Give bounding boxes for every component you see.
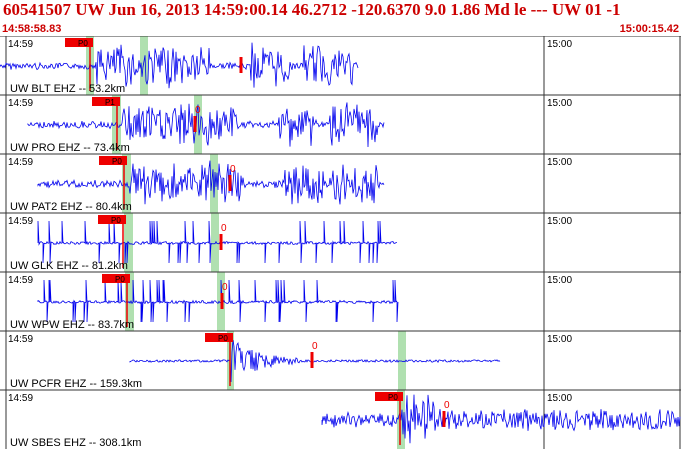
- trace-panel: 14:59 15:00 P0 0 UW SBES EHZ -- 308.1km: [0, 389, 681, 449]
- s-pick-marker: [442, 411, 446, 427]
- station-label: UW PRO EHZ -- 73.4km: [10, 142, 130, 154]
- p-pick-label: P1: [105, 98, 115, 107]
- s-pick-marker: [220, 293, 224, 309]
- time-label-right: 15:00: [547, 334, 572, 345]
- s-pick-label: 0: [444, 400, 450, 411]
- station-label: UW PAT2 EHZ -- 80.4km: [10, 201, 132, 213]
- p-pick-label: P0: [78, 39, 88, 48]
- s-pick-marker: [239, 57, 243, 73]
- time-label-left: 14:59: [8, 334, 33, 345]
- time-label-left: 14:59: [8, 39, 33, 50]
- trace-panel: 14:59 15:00 P0 UW BLT EHZ -- 53.2km: [0, 36, 681, 95]
- time-label-right: 15:00: [547, 39, 572, 50]
- trace-panel: 14:59 15:00 P1 0 UW PRO EHZ -- 73.4km: [0, 94, 681, 154]
- station-label: UW PCFR EHZ -- 159.3km: [10, 378, 142, 390]
- time-label-right: 15:00: [547, 216, 572, 227]
- p-pick-label: P0: [115, 275, 125, 284]
- trace-panel: 14:59 15:00 P0 0 UW PCFR EHZ -- 159.3km: [0, 330, 681, 390]
- s-pick-label: 0: [230, 164, 236, 175]
- station-label: UW WPW EHZ -- 83.7km: [10, 319, 134, 331]
- time-label-right: 15:00: [547, 157, 572, 168]
- s-pick-label: 0: [222, 282, 228, 293]
- time-label-left: 14:59: [8, 393, 33, 404]
- time-label-left: 14:59: [8, 275, 33, 286]
- s-pick-label: 0: [195, 105, 201, 116]
- trace-panel: 14:59 15:00 P0 0 UW PAT2 EHZ -- 80.4km: [0, 153, 681, 213]
- arrival-band: [210, 154, 218, 213]
- trace-panel: 14:59 15:00 P0 0 UW WPW EHZ -- 83.7km: [0, 271, 681, 331]
- arrival-band: [211, 213, 219, 272]
- window-end-time: 15:00:15.42: [619, 23, 679, 35]
- time-label-right: 15:00: [547, 275, 572, 286]
- time-label-left: 14:59: [8, 157, 33, 168]
- s-pick-marker: [193, 116, 197, 132]
- waveform-trace: [321, 394, 681, 444]
- seismogram-panels: 14:59 15:00 P0 UW BLT EHZ -- 53.2km 14:59 15:…: [0, 36, 681, 449]
- waveform-trace: [0, 42, 359, 89]
- p-pick-label: P0: [112, 157, 122, 166]
- p-pick-label: P0: [111, 216, 121, 225]
- trace-panel: 14:59 15:00 P0 0 UW GLK EHZ -- 81.2km: [0, 212, 681, 272]
- p-pick-label: P0: [218, 334, 228, 343]
- station-label: UW BLT EHZ -- 53.2km: [10, 83, 125, 95]
- s-pick-label: 0: [221, 223, 227, 234]
- waveform-trace: [27, 102, 385, 148]
- event-title: 60541507 UW Jun 16, 2013 14:59:00.14 46.…: [3, 0, 621, 19]
- window-start-time: 14:58:58.83: [2, 23, 62, 35]
- record-header: 60541507 UW Jun 16, 2013 14:59:00.14 46.…: [0, 0, 681, 38]
- time-label-left: 14:59: [8, 216, 33, 227]
- s-pick-marker: [310, 352, 314, 368]
- station-label: UW GLK EHZ -- 81.2km: [10, 260, 128, 272]
- s-pick-label: 0: [312, 341, 318, 352]
- time-label-left: 14:59: [8, 98, 33, 109]
- s-pick-marker: [228, 175, 232, 191]
- time-label-right: 15:00: [547, 393, 572, 404]
- s-pick-marker: [219, 234, 223, 250]
- time-label-right: 15:00: [547, 98, 572, 109]
- p-pick-label: P0: [388, 393, 398, 402]
- station-label: UW SBES EHZ -- 308.1km: [10, 437, 141, 449]
